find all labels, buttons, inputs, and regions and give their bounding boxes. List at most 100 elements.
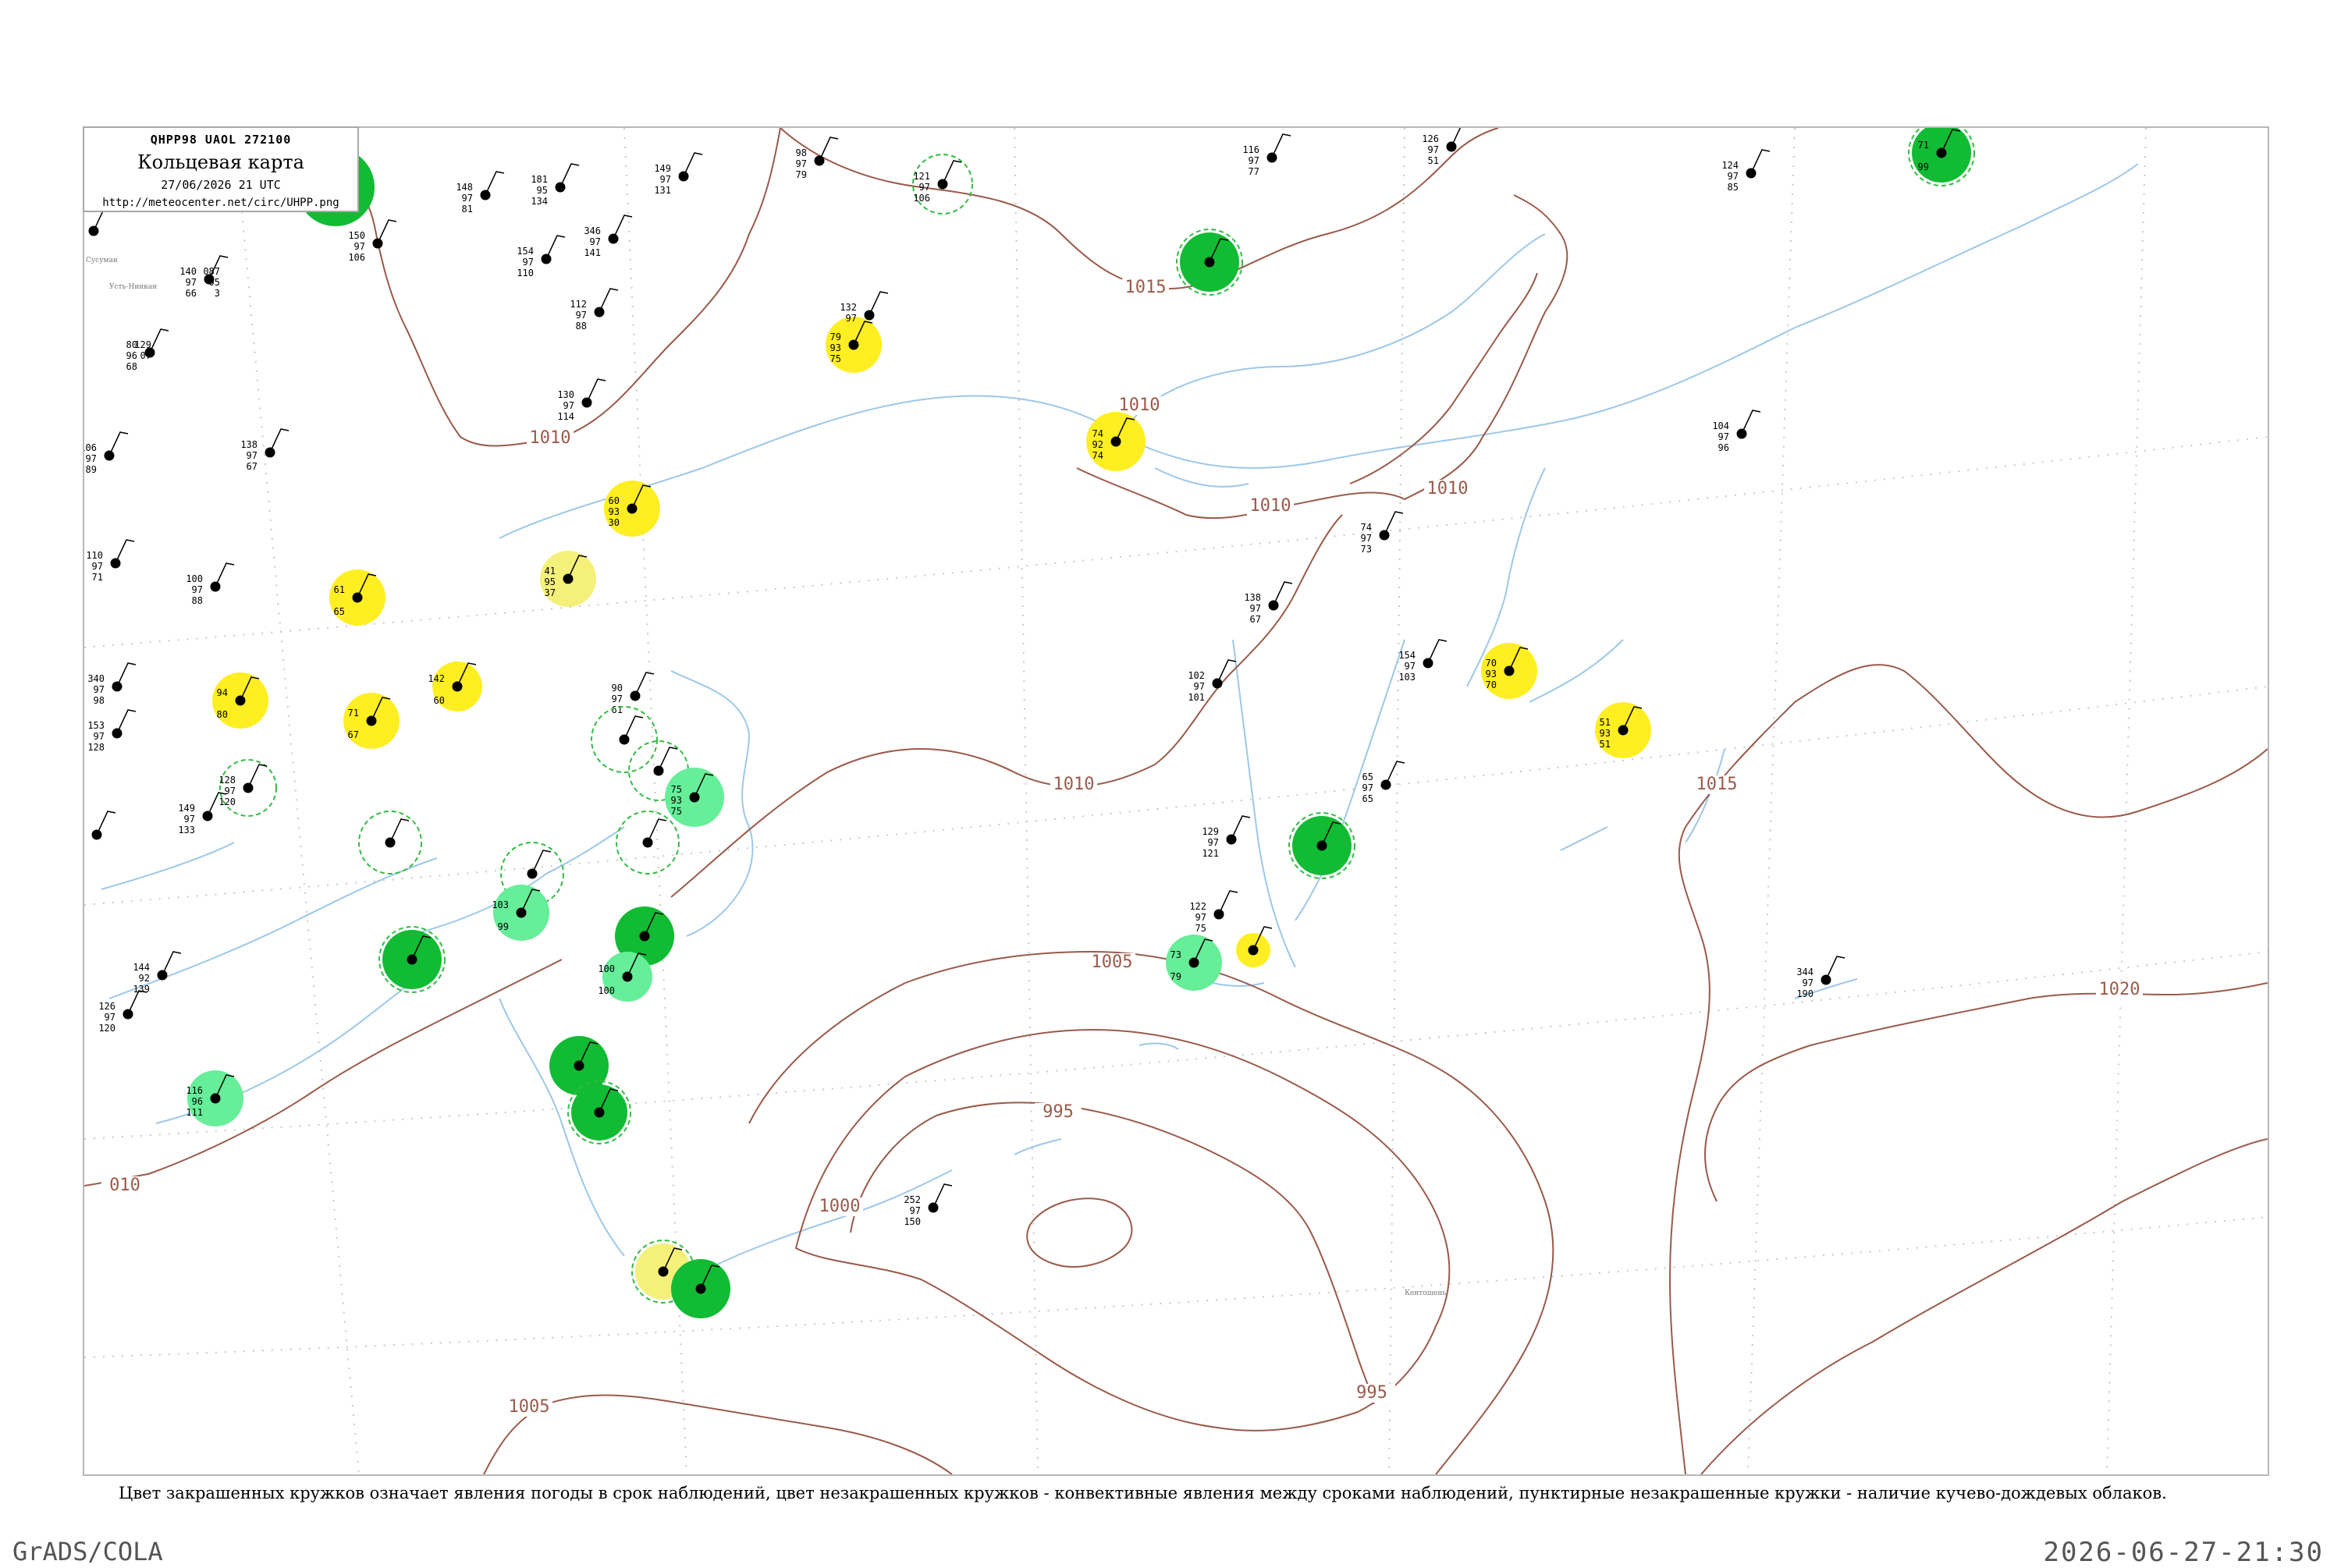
station-marker[interactable]: 1329783 Сусуман — [64, 207, 118, 264]
stations: 1329783СусуманУсть-Нинкан809668129071409… — [64, 120, 1975, 1318]
station-value: 138 — [1244, 592, 1261, 603]
map-date: 27/06/2026 21 UTC — [161, 178, 281, 192]
station-marker[interactable]: 34697141 — [584, 215, 633, 258]
station-marker[interactable] — [591, 706, 658, 773]
station-value: 99 — [498, 921, 509, 932]
station-value: 70 — [1486, 658, 1497, 669]
station-marker[interactable]: Кентошень — [1405, 1290, 1446, 1297]
station-marker[interactable]: 142 60 — [428, 662, 482, 711]
station-value: 122 — [1189, 901, 1206, 912]
station-value: 79 — [1170, 971, 1181, 982]
station-value: 97 — [86, 453, 97, 464]
station-marker[interactable]: 1409766 — [179, 255, 229, 299]
station-marker[interactable]: 799375 — [826, 317, 882, 373]
station-value: 97 — [1728, 171, 1739, 182]
station-name: Сусуман — [86, 257, 118, 264]
station-value: 100 — [598, 985, 615, 996]
station-value: 340 — [87, 673, 105, 684]
station-value: 90 — [612, 683, 623, 694]
station-marker[interactable] — [1176, 229, 1243, 296]
footer-credit: GrADS/COLA — [12, 1537, 163, 1566]
isobar-1015-north — [780, 128, 1499, 290]
station-marker[interactable]: 12197106 — [912, 154, 973, 215]
station-marker[interactable]: 3409798 — [87, 662, 137, 706]
station-value: 252 — [904, 1194, 921, 1205]
station-marker[interactable]: 11696111 — [186, 1070, 243, 1126]
station-marker[interactable]: 989779 — [796, 137, 839, 180]
station-marker[interactable]: 749274 — [1086, 412, 1146, 471]
station-marker[interactable]: 15397128 — [87, 709, 137, 753]
station-marker[interactable]: 1009788 — [186, 562, 235, 606]
station-marker[interactable]: 1169777 — [1242, 133, 1291, 177]
station-marker[interactable]: 14997131 — [654, 152, 703, 196]
station-marker[interactable]: 13097114 — [557, 378, 606, 422]
station-marker[interactable]: 71 67 — [343, 693, 400, 749]
station-marker[interactable] — [1288, 812, 1355, 879]
station-marker[interactable]: 909761 — [612, 672, 655, 715]
station-value: 97 — [247, 450, 258, 461]
station-value: 51 — [1600, 739, 1611, 750]
station-value: 97 — [186, 277, 197, 288]
station-marker[interactable]: 419537 — [540, 551, 596, 607]
isobar-label: 995 — [1356, 1383, 1387, 1403]
station-marker[interactable]: 18195134 — [531, 163, 580, 207]
station-marker[interactable]: 1269751 — [1422, 123, 1470, 166]
station-marker[interactable]: 1109771 — [86, 539, 135, 583]
station-marker[interactable]: 1389767 — [1244, 581, 1293, 625]
station-marker[interactable]: 1229775 — [1189, 890, 1238, 934]
station-marker[interactable]: 709370 — [1481, 643, 1537, 699]
station-marker[interactable]: 759375 — [665, 768, 724, 827]
station-value: 128 — [87, 742, 105, 753]
station-value: 67 — [247, 461, 258, 472]
station-marker[interactable]: 15397138 — [67, 811, 116, 854]
station-marker[interactable]: 12897120 — [218, 759, 277, 817]
station-value: 134 — [531, 196, 548, 207]
station-value: 129 — [1202, 826, 1219, 837]
station-name: Кентошень — [1405, 1290, 1446, 1297]
station-marker[interactable]: 1049796 — [1712, 410, 1761, 453]
station-marker[interactable]: 34497190 — [1796, 956, 1845, 999]
station-value: 37 — [545, 587, 556, 598]
station-marker[interactable] — [1236, 926, 1273, 967]
station-marker[interactable]: 15097106 — [348, 219, 397, 263]
station-value: 344 — [1796, 967, 1813, 977]
station-marker[interactable]: 61 65 — [329, 569, 385, 626]
station-value: 97 — [462, 193, 473, 204]
station-marker[interactable]: 609330 — [604, 481, 660, 537]
station-value: 133 — [178, 825, 195, 835]
station-value: 97 — [92, 561, 103, 572]
station-marker[interactable]: 12997121 — [1202, 815, 1251, 859]
station-marker[interactable] — [358, 811, 422, 874]
station-marker[interactable]: 15497110 — [517, 235, 566, 278]
station-value: 144 — [133, 962, 150, 973]
station-marker[interactable]: 1069789 — [80, 431, 129, 475]
station-marker[interactable] — [616, 811, 680, 874]
station-value: 97 — [192, 584, 203, 595]
station-value: 121 — [1202, 848, 1219, 859]
station-marker[interactable]: 100 100 — [598, 952, 652, 1002]
station-value: 95 — [545, 576, 556, 587]
station-marker[interactable]: 749773 — [1361, 511, 1404, 555]
station-value: 88 — [192, 595, 203, 606]
station-marker[interactable]: 1389767 — [240, 428, 290, 472]
station-marker[interactable]: 659765 — [1362, 761, 1405, 804]
station-value: 116 — [1242, 144, 1259, 155]
station-marker[interactable]: 1129788 — [570, 288, 619, 332]
station-marker[interactable]: 519351 — [1595, 702, 1651, 758]
station-value: 149 — [654, 163, 671, 174]
station-value: 96 — [1718, 442, 1729, 453]
station-marker[interactable]: 71 99 — [1908, 120, 1975, 186]
isobar-1020 — [1704, 982, 2268, 1202]
station-marker[interactable] — [378, 926, 446, 993]
station-marker[interactable]: 1249785 — [1721, 149, 1771, 193]
station-marker[interactable] — [671, 1259, 730, 1318]
station-marker[interactable]: 103 99 — [492, 885, 549, 941]
station-marker[interactable]: 12697120 — [98, 990, 147, 1034]
station-marker[interactable]: 15497103 — [1398, 639, 1448, 683]
station-marker[interactable]: 94 80 — [212, 672, 268, 729]
station-marker[interactable]: 73 79 — [1166, 935, 1222, 991]
station-marker[interactable]: 1489781 — [456, 171, 505, 215]
station-value: 114 — [557, 411, 574, 422]
map-url[interactable]: http://meteocenter.net/circ/UHPP.png — [84, 197, 357, 209]
station-marker[interactable]: Усть-Нинкан — [109, 283, 157, 291]
